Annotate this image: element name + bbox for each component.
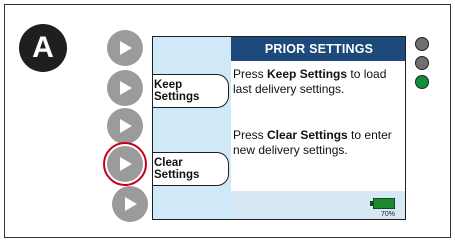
play-arrow-icon <box>120 119 132 133</box>
keep-label-line1: Keep <box>154 79 183 91</box>
play-arrow-icon <box>120 157 132 171</box>
softkey-label-clear-settings[interactable]: Clear Settings <box>153 152 229 186</box>
screen-title: PRIOR SETTINGS <box>231 37 405 61</box>
status-led-1 <box>415 37 429 51</box>
clear-label-line2: Settings <box>154 169 200 181</box>
panel-label-text: A <box>32 31 54 64</box>
status-led-3 <box>415 75 429 89</box>
message1-pre: Press <box>233 67 268 81</box>
softkey-4-button[interactable] <box>107 146 143 182</box>
message2-pre: Press <box>233 128 268 142</box>
play-arrow-icon <box>125 197 137 211</box>
softkey-5-button[interactable] <box>112 186 148 222</box>
keep-label-line2: Settings <box>154 91 200 103</box>
message1-bold: Keep Settings <box>267 67 348 81</box>
play-arrow-icon <box>120 81 132 95</box>
softkey-label-panel <box>153 37 231 219</box>
softkey-2-button[interactable] <box>107 70 143 106</box>
screen-title-text: PRIOR SETTINGS <box>264 42 374 56</box>
status-led-2 <box>415 56 429 70</box>
message2-bold: Clear Settings <box>267 128 348 142</box>
battery-icon <box>373 198 395 209</box>
clear-label-line1: Clear <box>154 157 183 169</box>
softkey-1-button[interactable] <box>107 30 143 66</box>
battery-percent: 70% <box>380 211 395 218</box>
softkey-3-button[interactable] <box>107 108 143 144</box>
panel-label-badge: A <box>19 24 67 72</box>
device-screen: PRIOR SETTINGS Keep Settings Clear Setti… <box>152 36 406 220</box>
keep-settings-message: Press Keep Settings to load last deliver… <box>233 67 405 97</box>
play-arrow-icon <box>120 41 132 55</box>
softkey-label-keep-settings[interactable]: Keep Settings <box>153 74 229 108</box>
clear-settings-message: Press Clear Settings to enter new delive… <box>233 128 405 158</box>
